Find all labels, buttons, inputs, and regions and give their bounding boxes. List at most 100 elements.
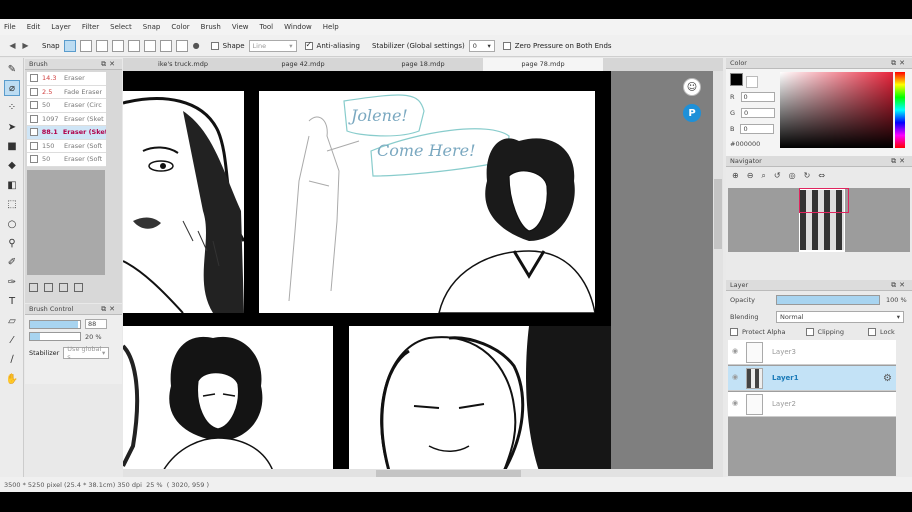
shape-select[interactable]: Line ▾ [248,39,297,52]
menu-snap[interactable]: Snap [143,23,161,31]
zoom-in-icon[interactable]: ⊕ [732,171,739,181]
eraser-tool-icon[interactable]: ⌀ [4,80,20,97]
folder-icon[interactable] [44,283,53,292]
brush-checkbox[interactable] [30,155,38,164]
menu-brush[interactable]: Brush [201,23,221,31]
menu-layer[interactable]: Layer [51,23,71,31]
hue-slider[interactable] [895,72,905,148]
zoom-fit-icon[interactable]: ⌕ [761,171,765,181]
tab-document[interactable]: ike's truck.mdp [123,58,243,71]
hand-tool-icon[interactable]: ✋ [4,371,20,387]
blue-value[interactable]: 0 [740,124,775,134]
brush-item[interactable]: 2.5 Fade Eraser [27,85,106,99]
zero-pressure-checkbox[interactable] [502,41,511,50]
brush-item[interactable]: 14.3 Eraser [27,72,106,86]
eye-icon[interactable]: ◉ [732,373,742,383]
text-tool-icon[interactable]: T [4,294,20,310]
shape-checkbox[interactable] [210,41,219,50]
brush-stabilizer-select[interactable]: Use global s ▾ [63,345,110,361]
delete-brush-icon[interactable] [74,283,83,292]
select-rect-tool-icon[interactable]: ⬚ [4,197,20,213]
panel-controls-icon[interactable]: ⧉✕ [101,60,118,69]
brush-opacity-slider[interactable] [29,332,81,341]
snap-curve-icon[interactable] [159,39,172,52]
eye-icon[interactable]: ◉ [732,399,742,409]
brush-checkbox[interactable] [30,114,38,123]
snap-settings-icon[interactable]: ● [192,41,201,50]
stabilizer-select[interactable]: 0 ▾ [468,39,495,52]
brush-item[interactable]: 1097 Eraser (Sket [27,112,106,126]
snap-radial-icon[interactable] [127,39,140,52]
antialias-checkbox[interactable] [304,40,313,50]
menu-view[interactable]: View [232,23,249,31]
rotate-right-icon[interactable]: ↻ [804,171,811,181]
foreground-color-swatch[interactable] [730,73,743,86]
snap-vanish-icon[interactable] [111,39,124,52]
panel-controls-icon[interactable]: ⧉✕ [891,157,908,166]
brush-checkbox[interactable] [30,141,38,150]
menu-help[interactable]: Help [323,23,339,31]
brush-item[interactable]: 50 Eraser (Circ [27,99,106,113]
panel-controls-icon[interactable]: ⧉✕ [101,305,118,314]
brush-size-value[interactable]: 88 [85,319,107,329]
blending-select[interactable]: Normal ▾ [776,311,904,323]
brush-size-slider[interactable] [29,319,81,329]
brush-item[interactable]: 50 Eraser (Soft [27,153,106,167]
fill-rect-tool-icon[interactable]: ■ [4,139,20,155]
menu-file[interactable]: File [4,23,16,31]
tab-document[interactable]: page 18.mdp [363,58,483,71]
red-value[interactable]: 0 [740,92,775,102]
panel-controls-icon[interactable]: ⧉✕ [891,59,908,68]
select-pen-tool-icon[interactable]: ✐ [4,255,20,271]
new-brush-icon[interactable] [29,283,38,292]
menu-color[interactable]: Color [171,23,189,31]
comic-page[interactable]: Jolene! Come Here! [123,71,611,471]
flip-icon[interactable]: ⇔ [818,171,825,181]
clipping-checkbox[interactable] [805,328,814,336]
snap-circle-icon[interactable] [143,39,156,52]
brush-checkbox[interactable] [30,74,38,83]
dot-tool-icon[interactable]: ⁘ [4,100,20,116]
snap-grid-icon[interactable] [175,39,188,52]
brush-checkbox[interactable] [30,87,38,96]
color-picker-area[interactable] [780,72,893,148]
vertical-scrollbar[interactable] [713,71,723,469]
brush-item-selected[interactable]: 88.1 Eraser (Sket [27,126,106,140]
navigator-preview[interactable] [728,188,910,252]
protect-alpha-checkbox[interactable] [730,328,738,336]
rotate-left-icon[interactable]: ↺ [774,171,781,181]
layer-row[interactable]: ◉ Layer3 [728,340,896,365]
brush-item[interactable]: 150 Eraser (Soft [27,139,106,153]
lasso-tool-icon[interactable]: ○ [4,216,20,232]
menu-select[interactable]: Select [110,23,132,31]
menu-edit[interactable]: Edit [27,23,41,31]
move-tool-icon[interactable]: ➤ [4,119,20,135]
menu-filter[interactable]: Filter [82,23,99,31]
layer-opacity-slider[interactable] [776,295,880,305]
hex-value[interactable]: #000000 [730,140,760,148]
eyedropper-tool-icon[interactable]: ⁄ [4,332,20,348]
pen-tool-icon[interactable]: ✎ [4,61,20,77]
divide-tool-icon[interactable]: ▱ [4,313,20,329]
gradient-tool-icon[interactable]: ◧ [4,177,20,193]
next-arrow-icon[interactable]: ▶ [21,41,30,50]
copy-brush-icon[interactable] [59,283,68,292]
navigator-view-rect[interactable] [799,188,849,213]
panel-controls-icon[interactable]: ⧉✕ [891,281,908,290]
background-color-swatch[interactable] [746,76,758,88]
dropper-tool-icon[interactable]: ∕ [4,352,20,368]
bucket-tool-icon[interactable]: ◆ [4,158,20,174]
brush-checkbox[interactable] [30,101,38,110]
avatar-icon[interactable]: ☺ [683,78,701,96]
select-eraser-tool-icon[interactable]: ✑ [4,274,20,290]
zoom-out-icon[interactable]: ⊖ [747,171,754,181]
magic-wand-tool-icon[interactable]: ⚲ [4,236,20,252]
snap-crosshair-icon[interactable] [95,39,108,52]
layer-row[interactable]: ◉ Layer2 [728,392,896,417]
reset-rotation-icon[interactable]: ◎ [789,171,796,181]
brush-checkbox[interactable] [30,128,38,137]
tab-document[interactable]: page 42.mdp [243,58,363,71]
vertical-scroll-thumb[interactable] [714,179,722,249]
gear-icon[interactable]: ⚙ [883,373,892,384]
menu-tool[interactable]: Tool [260,23,274,31]
